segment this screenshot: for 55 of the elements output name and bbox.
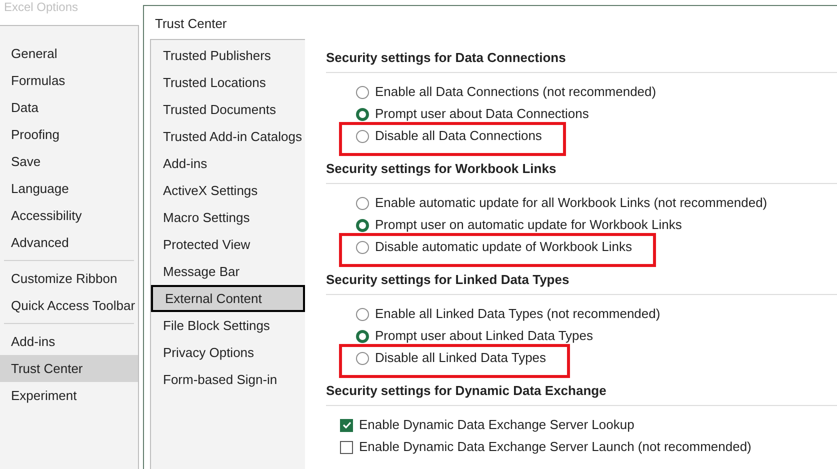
nav-item[interactable]: Add-ins <box>151 150 305 177</box>
radio-button[interactable] <box>356 308 369 320</box>
sidebar-item[interactable]: Accessibility <box>0 202 138 229</box>
sidebar-item[interactable]: Language <box>0 175 138 202</box>
radio-button[interactable] <box>356 196 369 210</box>
section-heading: Security settings for Dynamic Data Exchange <box>326 382 608 400</box>
option-label: Disable all Data Connections <box>375 127 542 146</box>
section-heading: Security settings for Workbook Links <box>326 160 558 178</box>
option-label: Enable automatic update for all Workbook Links (not recommended) <box>375 194 768 212</box>
radio-button[interactable] <box>356 352 369 364</box>
radio-button[interactable] <box>356 130 369 142</box>
nav-item[interactable]: Protected View <box>151 231 305 258</box>
radio-button[interactable] <box>356 240 369 254</box>
checkbox[interactable] <box>340 440 353 454</box>
sidebar-item[interactable]: Quick Access Toolbar <box>0 292 138 319</box>
option-label: Enable Dynamic Data Exchange Server Launch (not recommended) <box>359 438 752 456</box>
option-label: Prompt user on automatic update for Workbook Links <box>375 216 682 234</box>
sidebar-item[interactable]: Advanced <box>0 229 138 256</box>
check-icon <box>342 420 352 430</box>
dialog-title: Trust Center <box>154 15 228 33</box>
option-label: Prompt user about Linked Data Types <box>375 327 593 346</box>
checkbox[interactable] <box>340 418 353 432</box>
radio-button[interactable] <box>356 330 369 342</box>
sidebar-item[interactable]: General <box>0 40 138 67</box>
nav-item[interactable]: Trusted Documents <box>151 96 305 123</box>
option-label: Prompt user about Data Connections <box>375 105 589 124</box>
sidebar-item[interactable]: Formulas <box>0 67 138 94</box>
nav-item[interactable]: Trusted Locations <box>151 69 305 96</box>
radio-button[interactable] <box>356 218 369 232</box>
sidebar-item[interactable]: Add-ins <box>0 328 138 355</box>
window-title: Excel Options <box>3 0 80 16</box>
section-heading: Security settings for Linked Data Types <box>326 271 570 290</box>
option-label: Enable Dynamic Data Exchange Server Lookup <box>359 416 634 434</box>
option-label: Disable automatic update of Workbook Links <box>375 238 632 256</box>
sidebar-item[interactable]: Customize Ribbon <box>0 265 138 292</box>
nav-item[interactable]: Message Bar <box>151 258 305 285</box>
nav-item[interactable]: Trusted Add-in Catalogs <box>151 123 305 150</box>
sidebar-item[interactable]: Trust Center <box>0 355 138 382</box>
nav-item[interactable]: Macro Settings <box>151 204 305 231</box>
option-label: Disable all Linked Data Types <box>375 349 546 368</box>
nav-item[interactable]: File Block Settings <box>151 312 305 339</box>
sidebar-item[interactable]: Experiment <box>0 382 138 409</box>
section-heading: Security settings for Data Connections <box>326 49 567 68</box>
nav-item[interactable]: External Content <box>151 285 305 312</box>
sidebar-item[interactable]: Data <box>0 94 138 121</box>
radio-button[interactable] <box>356 86 369 98</box>
nav-item[interactable]: Trusted Publishers <box>151 42 305 69</box>
nav-item[interactable]: Privacy Options <box>151 339 305 366</box>
radio-button[interactable] <box>356 108 369 120</box>
nav-item[interactable]: ActiveX Settings <box>151 177 305 204</box>
option-label: Enable all Data Connections (not recommended) <box>375 83 656 102</box>
option-label: Enable all Linked Data Types (not recommended) <box>375 305 660 324</box>
sidebar-item[interactable]: Proofing <box>0 121 138 148</box>
nav-item[interactable]: Form-based Sign-in <box>151 366 305 393</box>
sidebar-item[interactable]: Save <box>0 148 138 175</box>
